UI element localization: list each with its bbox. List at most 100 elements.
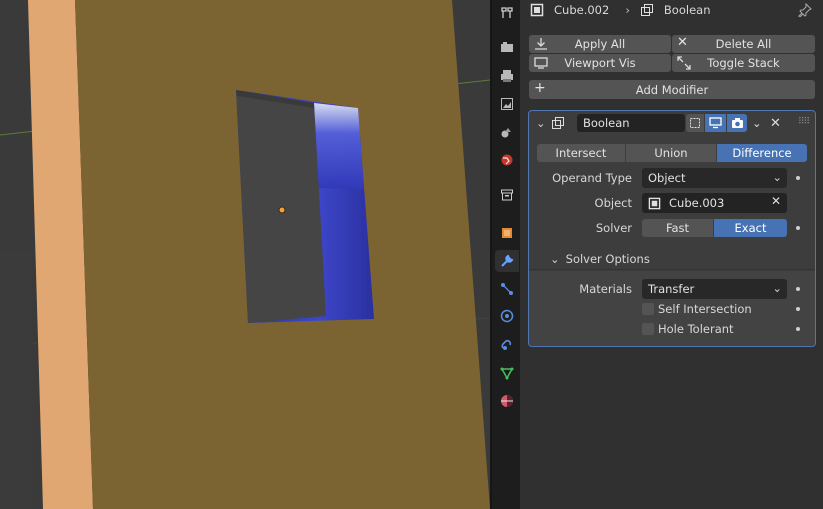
hole-tolerant-label: Hole Tolerant (658, 322, 734, 336)
hole-reflection (314, 103, 364, 190)
tab-view-layer[interactable] (495, 93, 519, 115)
chevron-down-icon: ⌄ (772, 281, 782, 295)
breadcrumb-object: Cube.002 (554, 3, 610, 17)
object-origin[interactable] (278, 206, 286, 214)
plus-icon: + (534, 80, 546, 96)
tab-tool[interactable] (495, 2, 519, 24)
operand-type-label: Operand Type (552, 171, 632, 185)
materials-select[interactable]: Transfer ⌄ (642, 279, 787, 299)
operation-difference[interactable]: Difference (717, 144, 807, 162)
tab-render[interactable] (495, 36, 519, 58)
object-data-icon (500, 367, 514, 380)
solver-exact-label: Exact (734, 221, 767, 235)
chevron-right-icon: › (625, 3, 630, 17)
modifier-name-input[interactable]: Boolean (577, 114, 685, 132)
render-icon (501, 42, 513, 52)
close-icon: ✕ (677, 35, 688, 50)
dropdown-chevron-icon[interactable]: ⌄ (752, 115, 762, 131)
materials-value: Transfer (648, 282, 695, 296)
tab-object-data[interactable] (495, 362, 519, 384)
materials-label: Materials (579, 282, 632, 296)
keyframe-dot[interactable] (796, 226, 800, 230)
operation-difference-label: Difference (732, 146, 792, 160)
remove-modifier-close-icon[interactable]: ✕ (770, 115, 781, 131)
object-square-icon (648, 197, 661, 209)
solver-options-title: Solver Options (565, 251, 650, 266)
camera-icon (731, 118, 743, 128)
monitor-icon (709, 117, 722, 129)
collection-icon (501, 189, 513, 201)
keyframe-dot[interactable] (796, 287, 800, 291)
delete-all-button[interactable]: ✕ Delete All (672, 35, 815, 53)
3d-viewport[interactable] (0, 0, 490, 509)
breadcrumb: Cube.002 › Boolean (530, 1, 711, 19)
tab-scene[interactable] (495, 121, 519, 143)
tab-material[interactable] (495, 390, 519, 412)
edit-mode-toggle[interactable] (686, 114, 704, 132)
hole-inner-wall (236, 90, 326, 323)
add-modifier-button[interactable]: + Add Modifier (529, 80, 815, 99)
keyframe-dot[interactable] (796, 327, 800, 331)
hole-tolerant-checkbox[interactable] (642, 323, 654, 335)
self-intersection-label: Self Intersection (658, 302, 752, 316)
tab-physics[interactable] (495, 305, 519, 327)
solver-exact[interactable]: Exact (714, 219, 787, 237)
collapse-chevron-icon[interactable]: ⌄ (536, 115, 546, 131)
tab-object[interactable] (495, 222, 519, 244)
operation-intersect[interactable]: Intersect (537, 144, 625, 162)
operation-union-label: Union (654, 146, 688, 160)
expand-arrows-icon (677, 56, 691, 70)
tab-particles[interactable] (495, 278, 519, 300)
pin-button[interactable] (798, 2, 812, 18)
download-icon (535, 38, 547, 50)
object-field[interactable]: Cube.003 ✕ (642, 193, 787, 213)
solver-fast[interactable]: Fast (642, 219, 713, 237)
breadcrumb-modifier: Boolean (663, 3, 711, 17)
output-icon (501, 70, 513, 82)
solver-options-header[interactable]: ⌄ Solver Options (529, 248, 815, 270)
particles-icon (501, 283, 513, 295)
add-modifier-label: Add Modifier (635, 82, 709, 97)
tab-constraints[interactable] (495, 334, 519, 356)
apply-all-label: Apply All (574, 37, 626, 51)
tool-icon (501, 7, 513, 18)
physics-icon (500, 309, 514, 323)
chevron-down-icon: ⌄ (772, 170, 782, 184)
world-icon (501, 154, 513, 166)
keyframe-dot[interactable] (796, 176, 800, 180)
tab-modifier[interactable] (495, 250, 519, 272)
toggle-stack-button[interactable]: Toggle Stack (672, 54, 815, 72)
drag-handle-icon[interactable]: ⠿⠿ (798, 117, 810, 127)
viewport-display-toggle[interactable] (705, 114, 726, 132)
background-plane (0, 250, 32, 509)
object-icon (502, 228, 512, 238)
solver-label: Solver (595, 221, 632, 235)
scene-icon (501, 128, 511, 138)
tab-collection[interactable] (495, 184, 519, 206)
modifier-wrench-icon (501, 254, 514, 267)
clear-close-icon[interactable]: ✕ (771, 194, 781, 208)
modifier-name-text: Boolean (583, 116, 630, 130)
viewport-scene (0, 0, 490, 509)
edit-mode-icon (690, 118, 700, 128)
delete-all-label: Delete All (715, 37, 772, 51)
monitor-icon (534, 57, 548, 69)
operation-intersect-label: Intersect (555, 146, 607, 160)
viewport-vis-button[interactable]: Viewport Vis (529, 54, 671, 72)
apply-all-button[interactable]: Apply All (529, 35, 671, 53)
object-value: Cube.003 (669, 196, 725, 210)
material-icon (501, 395, 513, 407)
render-toggle[interactable] (727, 114, 747, 132)
tab-world[interactable] (495, 149, 519, 171)
operand-type-select[interactable]: Object ⌄ (642, 168, 787, 188)
operand-type-value: Object (648, 171, 686, 185)
operation-union[interactable]: Union (626, 144, 716, 162)
solver-fast-label: Fast (665, 221, 690, 235)
viewport-vis-label: Viewport Vis (564, 56, 636, 70)
view-layer-icon (501, 98, 513, 110)
toggle-stack-label: Toggle Stack (707, 56, 780, 70)
self-intersection-checkbox[interactable] (642, 303, 654, 315)
keyframe-dot[interactable] (796, 307, 800, 311)
tab-output[interactable] (495, 65, 519, 87)
object-label: Object (594, 196, 632, 210)
